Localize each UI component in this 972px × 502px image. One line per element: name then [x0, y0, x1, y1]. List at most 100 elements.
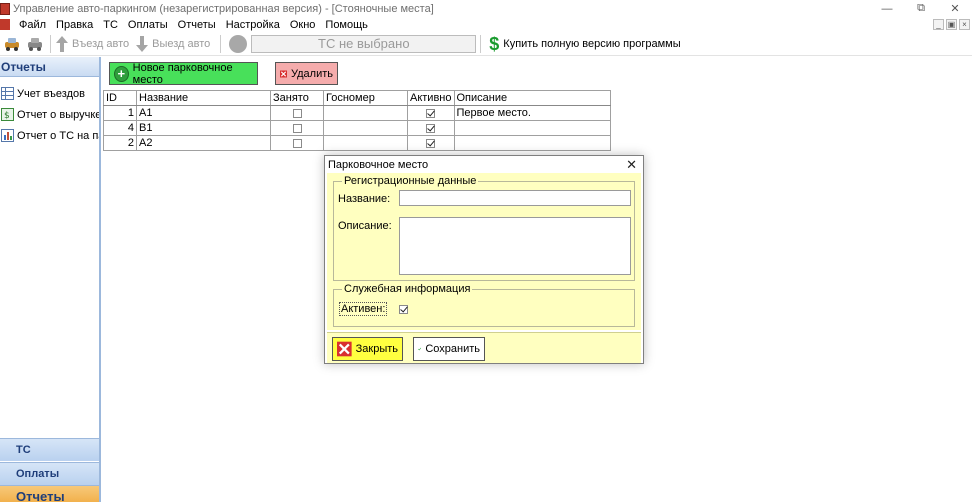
- close-icon[interactable]: ✕: [938, 0, 972, 17]
- restore-icon[interactable]: ⧉: [904, 0, 938, 17]
- title-bar: Управление авто-паркингом (незарегистрир…: [0, 0, 972, 17]
- menu-payments[interactable]: Оплаты: [123, 19, 173, 31]
- cell-busy: [270, 135, 324, 151]
- sidebar-item-vehicles-report[interactable]: Отчет о ТС на па...: [0, 125, 99, 146]
- column-id[interactable]: ID: [103, 90, 137, 106]
- entry-label: Въезд авто: [72, 37, 130, 50]
- delete-x-icon: [280, 70, 287, 77]
- parking-space-dialog: Парковочное место ✕ Регистрационные данн…: [324, 155, 644, 364]
- plus-icon: +: [114, 65, 129, 82]
- bar-report-icon: [1, 129, 14, 142]
- panel-header: Отчеты: [0, 57, 99, 77]
- close-button[interactable]: Закрыть: [332, 337, 403, 361]
- menu-edit[interactable]: Правка: [51, 19, 98, 31]
- table-row[interactable]: 1 A1 Первое место.: [103, 105, 611, 121]
- sidebar-item-label: Отчет о выручке: [17, 108, 99, 121]
- minimize-icon[interactable]: —: [870, 0, 904, 17]
- car-edit-icon[interactable]: [26, 35, 46, 53]
- record-icon[interactable]: [229, 34, 248, 53]
- column-description[interactable]: Описание: [453, 90, 611, 106]
- money-report-icon: $: [1, 108, 14, 121]
- close-button-label: Закрыть: [355, 343, 398, 355]
- column-name[interactable]: Название: [136, 90, 271, 106]
- cell-name: B1: [136, 120, 271, 136]
- tab-payments[interactable]: Оплаты: [0, 462, 99, 485]
- mdi-minimize-icon[interactable]: _: [933, 19, 944, 30]
- cell-description: [453, 135, 611, 151]
- table-row[interactable]: 2 A2: [103, 135, 611, 151]
- exit-button[interactable]: Выезд авто: [135, 35, 210, 53]
- sidebar-item-entries[interactable]: Учет въездов: [0, 83, 99, 104]
- toolbar-separator: [220, 34, 222, 53]
- name-label: Название:: [338, 193, 391, 205]
- toolbar: Въезд авто Выезд авто ТС не выбрано $ Ку…: [0, 32, 972, 56]
- active-checkbox[interactable]: [399, 305, 408, 314]
- cell-busy: [270, 120, 324, 136]
- tab-vehicles[interactable]: ТС: [0, 438, 99, 461]
- svg-text:$: $: [4, 111, 10, 121]
- menu-file[interactable]: Файл: [14, 19, 51, 31]
- exit-label: Выезд авто: [152, 37, 211, 50]
- cell-description: Первое место.: [453, 105, 611, 121]
- dialog-body: Регистрационные данные Название: Описани…: [327, 173, 641, 330]
- busy-checkbox[interactable]: [292, 108, 302, 118]
- menu-reports[interactable]: Отчеты: [173, 19, 221, 31]
- sidebar-item-label: Учет въездов: [17, 87, 85, 100]
- registration-group: Регистрационные данные Название: Описани…: [333, 175, 635, 281]
- active-checkbox[interactable]: [426, 108, 436, 118]
- car-add-icon[interactable]: [3, 35, 23, 53]
- mdi-controls: _ ▣ ×: [933, 19, 970, 30]
- dialog-title: Парковочное место: [328, 158, 429, 171]
- cell-name: A1: [136, 105, 271, 121]
- sidebar-item-revenue[interactable]: $ Отчет о выручке: [0, 104, 99, 125]
- save-button-label: Сохранить: [425, 343, 480, 355]
- arrow-down-icon: [136, 35, 149, 52]
- busy-checkbox[interactable]: [292, 123, 302, 133]
- buy-label: Купить полную версию программы: [503, 37, 681, 50]
- delete-button-label: Удалить: [291, 67, 333, 80]
- mdi-close-icon[interactable]: ×: [959, 19, 970, 30]
- buy-full-version-button[interactable]: $ Купить полную версию программы: [489, 35, 680, 53]
- description-textarea[interactable]: [399, 217, 631, 275]
- column-active[interactable]: Активно: [407, 90, 455, 106]
- menu-bar: Файл Правка ТС Оплаты Отчеты Настройка О…: [0, 17, 972, 32]
- service-info-group: Служебная информация Активен:: [333, 283, 635, 327]
- table-header-row: ID Название Занято Госномер Активно Опис…: [103, 90, 611, 106]
- busy-checkbox[interactable]: [292, 138, 302, 148]
- new-parking-space-button[interactable]: + Новое парковочное место: [109, 61, 258, 86]
- app-icon: [0, 2, 10, 15]
- entry-button[interactable]: Въезд авто: [55, 35, 129, 53]
- arrow-up-icon: [56, 35, 68, 52]
- dialog-close-icon[interactable]: ✕: [626, 157, 637, 173]
- mdi-restore-icon[interactable]: ▣: [946, 19, 957, 30]
- menu-settings[interactable]: Настройка: [221, 19, 285, 31]
- toolbar-separator: [50, 34, 51, 53]
- menu-help[interactable]: Помощь: [320, 19, 373, 31]
- dialog-footer: Закрыть Сохранить: [327, 332, 641, 363]
- column-plate[interactable]: Госномер: [323, 90, 408, 106]
- window-controls: — ⧉ ✕: [870, 0, 972, 17]
- active-checkbox[interactable]: [426, 138, 436, 148]
- mdi-app-icon[interactable]: [0, 19, 10, 30]
- cell-active: [407, 120, 455, 136]
- cell-busy: [270, 105, 324, 121]
- name-input[interactable]: [399, 190, 631, 206]
- tab-reports[interactable]: Отчеты: [0, 485, 99, 502]
- cell-active: [407, 135, 455, 151]
- cell-id: 2: [103, 135, 137, 151]
- sidebar-item-label: Отчет о ТС на па...: [17, 129, 99, 142]
- cell-name: A2: [136, 135, 271, 151]
- new-button-label: Новое парковочное место: [132, 61, 233, 86]
- selected-vehicle-field: ТС не выбрано: [251, 34, 477, 53]
- active-checkbox[interactable]: [426, 123, 436, 133]
- save-button[interactable]: Сохранить: [413, 337, 485, 361]
- cell-active: [407, 105, 455, 121]
- menu-vehicles[interactable]: ТС: [98, 19, 123, 31]
- delete-button[interactable]: Удалить: [275, 62, 338, 85]
- table-row[interactable]: 4 B1: [103, 120, 611, 136]
- menu-window[interactable]: Окно: [285, 19, 321, 31]
- dialog-title-bar: Парковочное место ✕: [325, 156, 643, 173]
- registration-group-title: Регистрационные данные: [342, 175, 479, 187]
- table-icon: [1, 87, 14, 100]
- column-busy[interactable]: Занято: [270, 90, 324, 106]
